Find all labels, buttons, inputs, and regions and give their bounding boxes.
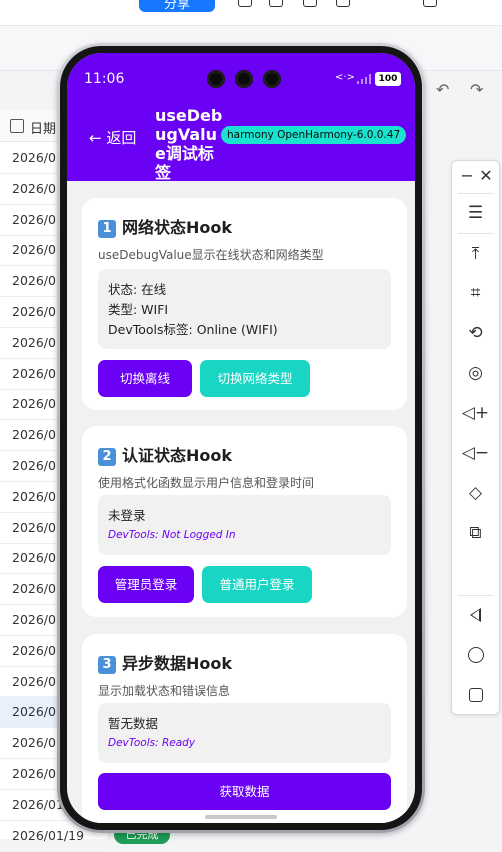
phone-frame: 11:06 <·> 100 ← 返回 useDebugValue调试标签 har… [57, 43, 425, 833]
signal-icon [357, 74, 371, 84]
camera-icon [263, 70, 281, 88]
toolbar-icon[interactable] [303, 0, 317, 7]
status-indicators: <·> 100 [335, 72, 405, 86]
info-box: 未登录 DevTools: Not Logged In [98, 495, 391, 555]
fold-icon[interactable]: ◇ [452, 476, 499, 510]
number-badge: 1 [98, 220, 116, 238]
redo-icon[interactable]: ↷ [470, 80, 483, 99]
background-toolbar: 分享 [0, 0, 502, 26]
close-button[interactable]: ✕ [476, 161, 496, 191]
home-nav-icon[interactable] [452, 638, 499, 672]
admin-login-button[interactable]: 管理员登录 [98, 566, 194, 603]
divider [458, 595, 493, 596]
share-button[interactable]: 分享 [139, 0, 215, 12]
card-description: 使用格式化函数显示用户信息和登录时间 [98, 476, 315, 490]
data-status: 暂无数据 [108, 716, 159, 731]
network-icon: <·> [335, 72, 355, 83]
phone-screen: 11:06 <·> 100 ← 返回 useDebugValue调试标签 har… [67, 53, 415, 823]
menu-icon[interactable]: ☰ [452, 196, 499, 230]
devtools-label: DevTools: Ready [108, 737, 196, 749]
version-badge: harmony OpenHarmony-6.0.0.47 [221, 126, 407, 144]
toggle-offline-button[interactable]: 切换离线 [98, 360, 192, 397]
card-description: 显示加载状态和错误信息 [98, 684, 231, 698]
network-hook-card: 1 网络状态Hook useDebugValue显示在线状态和网络类型 状态: 在… [82, 198, 407, 410]
page-title: useDebugValue调试标签 [155, 106, 223, 182]
toolbar-icon[interactable] [238, 0, 252, 7]
undo-redo: ↶ ↷ [430, 80, 502, 100]
user-login-button[interactable]: 普通用户登录 [202, 566, 312, 603]
back-nav-icon[interactable] [452, 598, 499, 632]
camera-icon [207, 70, 225, 88]
type-line: 类型: WIFI [108, 302, 169, 317]
card-title: 1 网络状态Hook [98, 214, 232, 238]
minimize-button[interactable]: − [458, 161, 476, 191]
notification-icon[interactable] [336, 0, 350, 7]
divider [458, 193, 493, 194]
undo-icon[interactable]: ↶ [436, 80, 449, 99]
camera-icon [235, 70, 253, 88]
date-field-icon [10, 119, 24, 133]
multi-screen-icon[interactable]: ⧉ [452, 516, 499, 550]
battery-icon: 100 [375, 72, 401, 86]
rotate-icon[interactable]: ⟲ [452, 316, 499, 350]
card-description: useDebugValue显示在线状态和网络类型 [98, 248, 324, 262]
triangle-back-icon [470, 608, 481, 622]
fetch-data-button[interactable]: 获取数据 [98, 773, 391, 810]
toolbar-icon[interactable] [269, 0, 283, 7]
divider [458, 233, 493, 234]
square-recents-icon [468, 688, 483, 702]
card-title: 3 异步数据Hook [98, 650, 232, 674]
back-button[interactable]: ← 返回 [89, 127, 136, 148]
number-badge: 3 [98, 656, 116, 674]
screenshot-icon[interactable]: ◎ [452, 356, 499, 390]
info-box: 暂无数据 DevTools: Ready [98, 703, 391, 763]
toggle-network-type-button[interactable]: 切换网络类型 [200, 360, 310, 397]
auth-hook-card: 2 认证状态Hook 使用格式化函数显示用户信息和登录时间 未登录 DevTool… [82, 426, 407, 617]
card-title: 2 认证状态Hook [98, 442, 232, 466]
number-badge: 2 [98, 448, 116, 466]
async-hook-card: 3 异步数据Hook 显示加载状态和错误信息 暂无数据 DevTools: Rea… [82, 634, 407, 823]
emulator-toolbar: − ✕ ☰ ⤒ ⌗ ⟲ ◎ ◁+ ◁− ◇ ⧉ [451, 160, 500, 715]
home-indicator[interactable] [205, 815, 277, 819]
status-line: 状态: 在线 [108, 282, 167, 297]
crop-icon[interactable]: ⌗ [452, 276, 499, 310]
auth-status: 未登录 [108, 508, 146, 523]
status-time: 11:06 [84, 71, 125, 87]
volume-up-icon[interactable]: ◁+ [452, 396, 499, 430]
devtools-line: DevTools标签: Online (WIFI) [108, 322, 278, 337]
phone-bezel: 11:06 <·> 100 ← 返回 useDebugValue调试标签 har… [60, 46, 422, 830]
devtools-label: DevTools: Not Logged In [108, 529, 236, 541]
search-icon[interactable] [423, 0, 437, 7]
info-box: 状态: 在线 类型: WIFI DevTools标签: Online (WIFI… [98, 269, 391, 349]
pin-top-icon[interactable]: ⤒ [452, 237, 499, 271]
volume-down-icon[interactable]: ◁− [452, 436, 499, 470]
circle-home-icon [467, 647, 484, 663]
recents-nav-icon[interactable] [452, 678, 499, 712]
app-header: 11:06 <·> 100 ← 返回 useDebugValue调试标签 har… [67, 53, 415, 182]
